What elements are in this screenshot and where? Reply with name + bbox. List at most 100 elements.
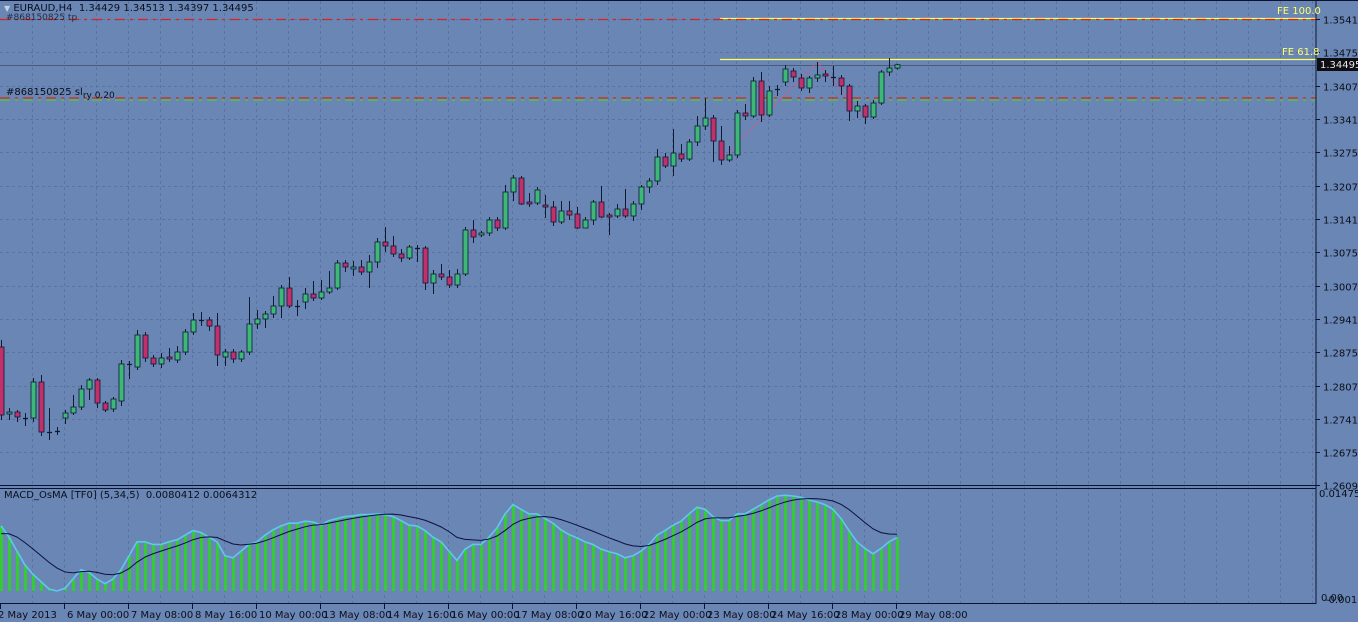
candle-body: [694, 125, 701, 143]
candle-bull: [630, 201, 637, 221]
candle-body: [334, 262, 341, 289]
candle-body: [838, 77, 845, 87]
candle-body: [598, 201, 605, 218]
candle-bear: [390, 236, 397, 257]
candle-bull: [486, 217, 493, 236]
candle-bull: [118, 360, 125, 406]
price-tick-label: 1.35410: [1323, 16, 1358, 27]
candle-body: [270, 305, 277, 315]
candle-bull: [702, 98, 709, 130]
candle-body: [246, 323, 253, 353]
candle-body: [134, 334, 141, 368]
candle-body: [326, 287, 333, 293]
candle-body: [446, 276, 453, 286]
candle-body: [62, 412, 69, 419]
candle-bear: [310, 281, 317, 301]
candle-bull: [47, 408, 52, 440]
candle-bull: [238, 350, 245, 362]
current-price-label: 1.34495: [1320, 60, 1358, 71]
candle-body: [94, 379, 101, 404]
candle-bull: [278, 285, 285, 318]
candle-bear: [550, 201, 557, 226]
candle-body: [678, 153, 685, 160]
candle-body: [278, 287, 285, 307]
candle-body: [158, 357, 165, 365]
candle-bull: [854, 101, 861, 118]
candle-body: [462, 229, 469, 275]
candle-bull: [182, 329, 189, 355]
candle-body: [254, 318, 261, 325]
candle-body: [886, 67, 893, 73]
candle-body: [766, 90, 773, 116]
candle-bull: [326, 271, 333, 294]
candle-bull: [502, 185, 509, 230]
fe-100-label: FE 100.0: [1277, 6, 1321, 17]
candle-body: [406, 246, 413, 259]
candle-bear: [710, 115, 717, 162]
candle-body: [894, 64, 901, 69]
candle-bear: [398, 249, 405, 262]
candle-bear: [470, 220, 477, 243]
candle-bear: [718, 126, 725, 165]
price-tick-label: 1.34070: [1323, 83, 1358, 94]
candle-bear: [166, 348, 173, 362]
candle-bull: [750, 77, 757, 118]
candle-body: [718, 140, 725, 161]
candle-body: [318, 291, 325, 299]
candle-bear: [758, 72, 765, 122]
candle-bull: [686, 139, 693, 161]
candle-body: [622, 208, 629, 217]
candle-body: [118, 363, 125, 402]
time-tick-label: 22 May 00:00: [643, 610, 712, 621]
indicator-title: MACD_OsMA [TF0] (5,34,5) 0.0080412 0.006…: [4, 490, 257, 502]
chart-canvas[interactable]: 1.35410 1.34750 1.34070 1.33410 1.32750 1.320…: [0, 0, 1358, 622]
candle-bull: [302, 288, 309, 309]
candle-body: [542, 204, 549, 208]
time-tick-label: 13 May 08:00: [323, 610, 392, 621]
price-tick-label: 1.31410: [1323, 216, 1358, 227]
candle-bull: [614, 204, 621, 218]
candle-bear: [598, 186, 605, 218]
candle-body: [30, 381, 37, 419]
tp-order-label: #868150825 tp: [6, 13, 78, 23]
candle-body: [182, 331, 189, 353]
candle-bear: [214, 313, 221, 366]
candle-body: [822, 73, 829, 77]
candle-bull: [886, 58, 893, 76]
time-tick-label: 17 May 08:00: [515, 610, 584, 621]
indicator-scale-min: -0.001059: [1325, 595, 1358, 606]
candle-body: [870, 102, 877, 118]
time-tick-label: 7 May 08:00: [131, 610, 193, 621]
time-tick-label: 6 May 00:00: [67, 610, 129, 621]
candle-body: [70, 406, 77, 414]
fe-61-8-label: FE 61.8: [1282, 47, 1320, 58]
candle-bear: [518, 176, 525, 205]
candle-bear: [662, 153, 669, 168]
candle-bull: [646, 178, 653, 193]
candle-bear: [422, 246, 429, 290]
candle-body: [494, 219, 501, 229]
candle-body: [654, 156, 661, 182]
candle-bull: [558, 201, 565, 224]
candle-body: [238, 351, 245, 360]
candle-bull: [334, 260, 341, 290]
candle-bull: [23, 413, 28, 426]
candle-body: [6, 411, 13, 415]
time-tick-label: 16 May 00:00: [451, 610, 520, 621]
candle-bull: [62, 410, 69, 424]
candle-body: [526, 201, 533, 205]
candle-body: [638, 186, 645, 205]
time-tick-label: 20 May 16:00: [579, 610, 648, 621]
price-tick-label: 1.28750: [1323, 349, 1358, 360]
candle-bull: [638, 185, 645, 210]
candle-body: [758, 80, 765, 116]
candle-bull: [406, 245, 413, 260]
candle-body: [670, 152, 677, 167]
candle-body: [150, 357, 157, 365]
candle-body: [78, 388, 85, 408]
candle-body: [630, 203, 637, 217]
candle-bull: [654, 149, 661, 185]
ohlc-readout: 1.34429 1.34513 1.34397 1.34495: [78, 3, 254, 14]
candle-body: [782, 68, 789, 83]
candle-body: [230, 351, 237, 360]
